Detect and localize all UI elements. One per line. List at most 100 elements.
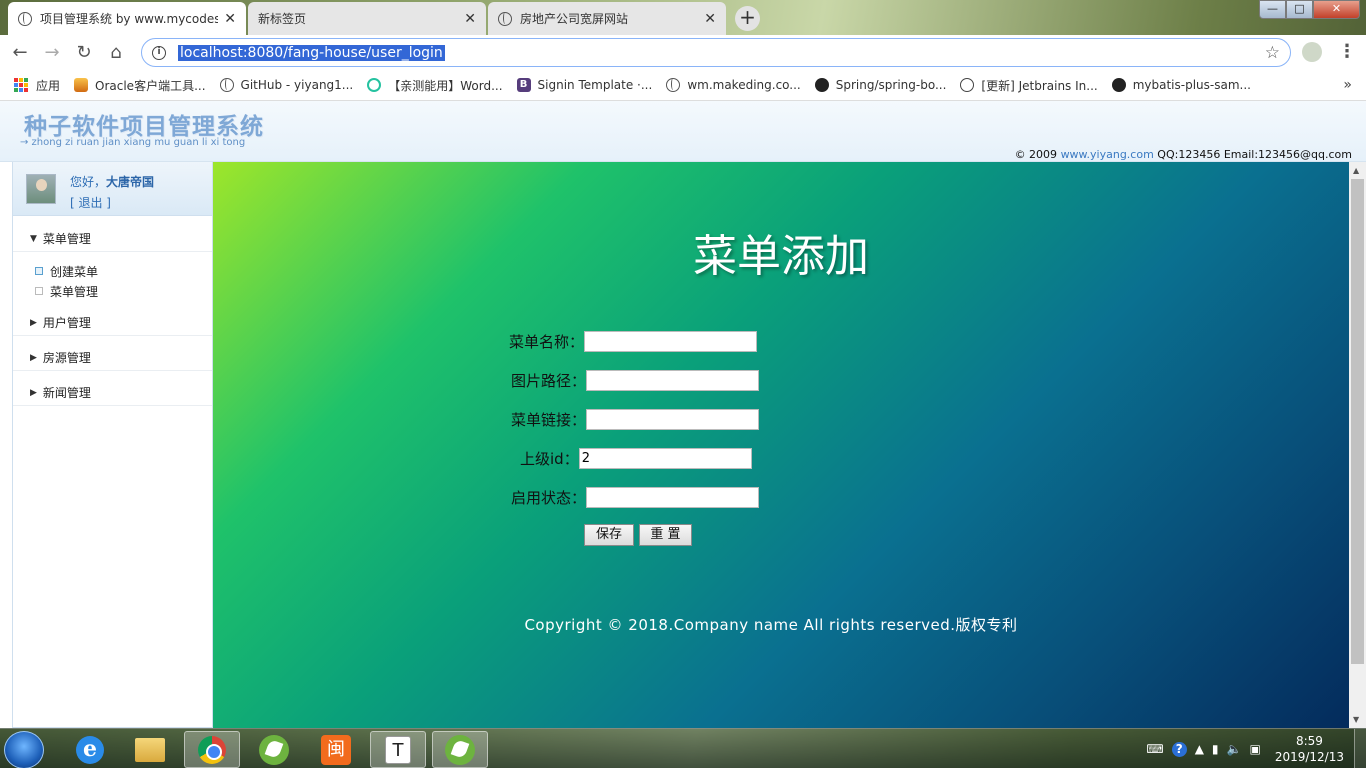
triangle-right-icon: ▶: [30, 387, 37, 398]
site-link[interactable]: www.yiyang.com: [1061, 148, 1154, 161]
new-tab-button[interactable]: +: [735, 6, 760, 31]
scroll-up-icon[interactable]: ▲: [1353, 166, 1359, 175]
status-input[interactable]: [586, 487, 760, 508]
bookmark-apps[interactable]: 应用: [14, 77, 60, 94]
bookmark-label: Oracle客户端工具...: [95, 78, 206, 93]
home-icon[interactable]: ⌂: [104, 42, 128, 63]
github-icon: [814, 78, 829, 92]
form-row-menu-name: 菜单名称：: [509, 331, 758, 352]
taskbar-spring-2[interactable]: [432, 731, 488, 768]
window-controls: — □ ✕: [1259, 0, 1360, 19]
menu-dots-icon[interactable]: ⋮: [1338, 41, 1356, 62]
square-bullet-icon: [35, 267, 43, 275]
form-row-parent-id: 上级id：: [520, 448, 752, 469]
battery-icon[interactable]: ▮: [1212, 742, 1219, 756]
group-label: 菜单管理: [42, 232, 91, 246]
github-icon: [1111, 78, 1126, 92]
page-scrollbar[interactable]: ▲ ▼: [1349, 162, 1366, 728]
logo-pinyin: → zhong zi ruan jian xiang mu guan li xi…: [20, 137, 246, 148]
taskbar-chrome[interactable]: [184, 731, 240, 768]
bookmark-label: GitHub - yiyang1...: [240, 78, 354, 92]
reload-icon[interactable]: ↻: [72, 42, 96, 63]
bookmark-label: Spring/spring-bo...: [835, 78, 947, 92]
volume-icon[interactable]: 🔈: [1227, 742, 1242, 756]
menu-name-input[interactable]: [584, 331, 758, 352]
taskbar-app-orange[interactable]: 闽: [308, 731, 364, 768]
footer-copyright: Copyright © 2018.Company name All rights…: [524, 616, 1018, 634]
bookmarks-more-icon[interactable]: »: [1343, 77, 1352, 93]
window-close-button[interactable]: ✕: [1313, 0, 1360, 19]
help-icon[interactable]: ?: [1171, 741, 1187, 757]
scroll-down-icon[interactable]: ▼: [1353, 715, 1359, 724]
scroll-thumb[interactable]: [1351, 179, 1364, 664]
page-title: 菜单添加: [693, 231, 869, 282]
bookmark-oracle[interactable]: Oracle客户端工具...: [74, 77, 206, 94]
globe-icon: [219, 78, 234, 92]
close-icon[interactable]: ✕: [464, 11, 476, 27]
show-desktop-button[interactable]: [1354, 729, 1366, 768]
address-bar[interactable]: i localhost:8080/fang-house/user_login ☆: [141, 38, 1291, 67]
user-box: 您好，大唐帝国 [ 退出 ]: [13, 162, 212, 216]
tab-title: 项目管理系统 by www.mycodes: [40, 12, 219, 26]
bookmark-signin-template[interactable]: B Signin Template ·...: [516, 78, 652, 92]
bootstrap-icon: B: [516, 78, 531, 92]
bookmark-makeding[interactable]: wm.makeding.co...: [666, 78, 801, 92]
field-label: 启用状态：: [511, 489, 587, 507]
taskbar-explorer[interactable]: [122, 731, 178, 768]
reset-button[interactable]: 重 置: [639, 524, 692, 546]
sidebar-group-menu[interactable]: ▼ 菜单管理: [13, 226, 212, 252]
close-icon[interactable]: ✕: [224, 11, 236, 27]
start-button[interactable]: [4, 731, 44, 768]
bookmark-label: 应用: [36, 78, 61, 93]
keyboard-icon[interactable]: ⌨: [1146, 742, 1163, 756]
tab-real-estate[interactable]: 房地产公司宽屏网站 ✕: [488, 2, 726, 35]
bookmark-github[interactable]: GitHub - yiyang1...: [219, 78, 354, 92]
field-label: 上级id：: [520, 450, 579, 468]
minimize-button[interactable]: —: [1259, 0, 1286, 19]
form-row-menu-link: 菜单链接：: [511, 409, 760, 430]
clock[interactable]: 8:59 2019/12/13: [1275, 733, 1344, 765]
network-icon[interactable]: ▣: [1249, 742, 1260, 756]
sidebar-group-users[interactable]: ▶ 用户管理: [13, 310, 212, 336]
profile-avatar[interactable]: [1302, 42, 1322, 62]
apps-grid-icon: [14, 78, 28, 92]
bookmark-jetbrains[interactable]: [更新] Jetbrains In...: [960, 77, 1098, 94]
header-copyright: © 2009 www.yiyang.com QQ:123456 Email:12…: [1015, 148, 1352, 161]
group-label: 房源管理: [42, 351, 91, 365]
save-button[interactable]: 保存: [584, 524, 634, 546]
taskbar-spring-1[interactable]: [246, 731, 302, 768]
bookmark-label: mybatis-plus-sam...: [1132, 78, 1251, 92]
triangle-right-icon: ▶: [30, 317, 37, 328]
sidebar-group-news[interactable]: ▶ 新闻管理: [13, 380, 212, 406]
back-arrow-icon[interactable]: ←: [8, 42, 32, 63]
main-panel: 菜单添加 菜单名称： 图片路径： 菜单链接： 上级id： 启用状态： 保存 重 …: [213, 162, 1349, 728]
url-text[interactable]: localhost:8080/fang-house/user_login: [178, 44, 445, 61]
bookmark-label: 【亲测能用】Word...: [388, 78, 503, 93]
taskbar-ie[interactable]: e: [62, 731, 118, 768]
image-path-input[interactable]: [586, 370, 760, 391]
maximize-button[interactable]: □: [1286, 0, 1313, 19]
bookmarks-bar: 应用 Oracle客户端工具... GitHub - yiyang1... 【亲…: [0, 70, 1366, 101]
sidebar-group-housing[interactable]: ▶ 房源管理: [13, 345, 212, 371]
spring-icon: [259, 734, 289, 765]
bookmark-word[interactable]: 【亲测能用】Word...: [367, 77, 503, 94]
bookmark-spring[interactable]: Spring/spring-bo...: [814, 78, 947, 92]
typora-icon: T: [385, 735, 411, 764]
bookmark-mybatis[interactable]: mybatis-plus-sam...: [1111, 78, 1251, 92]
sidebar-item-create-menu[interactable]: 创建菜单: [13, 261, 212, 281]
menu-link-input[interactable]: [586, 409, 760, 430]
sidebar-item-menu-manage[interactable]: 菜单管理: [13, 281, 212, 301]
tray-arrow-icon[interactable]: ▲: [1195, 742, 1204, 756]
logout-link[interactable]: [ 退出 ]: [70, 194, 111, 211]
info-icon[interactable]: i: [152, 45, 166, 60]
close-icon[interactable]: ✕: [704, 11, 716, 27]
tab-project-system[interactable]: 项目管理系统 by www.mycodes ✕: [8, 2, 246, 35]
browser-toolbar: ← → ↻ ⌂ i localhost:8080/fang-house/user…: [0, 35, 1366, 70]
spring-icon: [445, 734, 475, 765]
bookmark-star-icon[interactable]: ☆: [1265, 43, 1280, 63]
greeting-text: 您好，: [70, 175, 107, 189]
forward-arrow-icon[interactable]: →: [40, 42, 64, 63]
parent-id-input[interactable]: [578, 448, 752, 469]
taskbar-typora[interactable]: T: [370, 731, 426, 768]
tab-new-tab[interactable]: 新标签页 ✕: [248, 2, 486, 35]
